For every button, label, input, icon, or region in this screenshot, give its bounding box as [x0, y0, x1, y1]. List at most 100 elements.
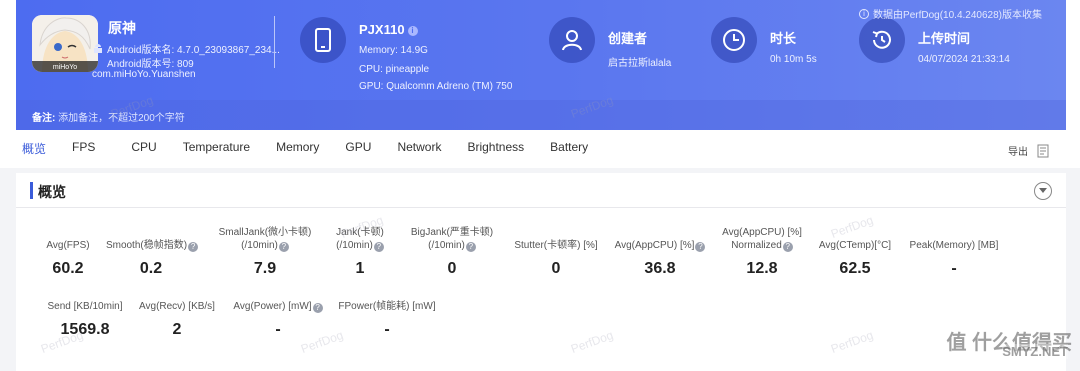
note-label: 备注:: [32, 113, 56, 124]
site-logo-sub: SMYZ.NET: [1002, 344, 1068, 359]
metric-value: 0: [551, 260, 561, 277]
help-icon[interactable]: ?: [695, 242, 706, 252]
upload-value: 04/07/2024 21:33:14: [918, 54, 1010, 65]
export-icon: [1037, 144, 1049, 157]
package-name: com.miHoYo.Yuanshen: [92, 69, 196, 80]
metric-label: Send [KB/10min]: [47, 301, 123, 312]
metric-label: Normalized: [731, 240, 782, 251]
metric-stutter: Stutter(卡顿率) [%] 0: [508, 226, 604, 278]
device-info-icon[interactable]: i: [407, 25, 418, 36]
tab-overview[interactable]: 概览: [22, 140, 46, 160]
metric-avg-recv: Avg(Recv) [KB/s] 2: [134, 300, 220, 339]
metric-avg-fps: Avg(FPS) 60.2: [28, 226, 108, 278]
metric-label-top: [28, 226, 108, 239]
android-version: Android版本名: 4.7.0_23093867_234...: [92, 41, 282, 56]
duration-value: 0h 10m 5s: [770, 54, 817, 65]
metric-label: Avg(AppCPU) [%]: [614, 240, 695, 251]
metric-label-top: [102, 226, 202, 239]
metric-avg-appcpu: Avg(AppCPU) [%]? 36.8: [608, 226, 712, 278]
android-icon: [94, 43, 102, 53]
tab-brightness[interactable]: Brightness: [467, 140, 524, 160]
metric-label: Stutter(卡顿率) [%]: [514, 240, 598, 251]
tab-cpu[interactable]: CPU: [131, 140, 156, 160]
metric-fpower: FPower(帧能耗) [mW] -: [334, 300, 440, 339]
section-accent-bar: [30, 182, 33, 199]
metric-label-top: Jank(卡顿): [336, 227, 384, 238]
app-icon: miHoYo: [32, 15, 98, 72]
metric-label-top: [904, 226, 1004, 239]
help-icon[interactable]: ?: [312, 303, 323, 313]
metric-label-top: BigJank(严重卡顿): [410, 227, 494, 238]
chevron-down-icon: [1039, 188, 1047, 193]
section-title: 概览: [38, 184, 66, 200]
metric-label-top: [508, 226, 604, 239]
metric-value: 0: [447, 260, 457, 277]
app-name: 原神: [108, 20, 136, 36]
creator-title: 创建者: [608, 31, 648, 46]
tab-temperature[interactable]: Temperature: [183, 140, 250, 160]
metric-value: 1569.8: [60, 321, 110, 338]
help-icon[interactable]: ?: [465, 242, 476, 252]
metric-label: Avg(Recv) [KB/s]: [139, 301, 215, 312]
device-cpu: CPU: pineapple: [359, 64, 430, 75]
clock-icon: [711, 17, 757, 63]
metric-jank: Jank(卡顿) (/10min)? 1: [320, 226, 400, 278]
help-icon[interactable]: ?: [782, 242, 793, 252]
metric-value: 12.8: [746, 260, 778, 277]
duration-title: 时长: [770, 31, 797, 46]
upload-title: 上传时间: [918, 31, 971, 46]
data-source: i 数据由PerfDog(10.4.240628)版本收集: [859, 6, 1042, 21]
history-icon: [859, 17, 905, 63]
android-version-name: Android版本名: 4.7.0_23093867_234...: [107, 45, 280, 56]
card-divider: [16, 207, 1066, 208]
header-main: miHoYo 原神 Android版本名: 4.7.0_23093867_234…: [16, 0, 1066, 100]
metric-label-top: [608, 226, 712, 239]
metric-value: 62.5: [839, 260, 871, 277]
metric-send: Send [KB/10min] 1569.8: [40, 300, 130, 339]
device-model: PJX110 i: [359, 22, 418, 37]
metric-label: Peak(Memory) [MB]: [909, 240, 999, 251]
help-icon[interactable]: ?: [278, 242, 289, 252]
device-model-text: PJX110: [359, 22, 405, 37]
note-field[interactable]: 备注: 添加备注，不超过200个字符: [16, 100, 1066, 130]
metric-appcpu-normalized: Avg(AppCPU) [%] Normalized? 12.8: [714, 226, 810, 278]
phone-icon: [300, 17, 346, 63]
header-divider: [274, 16, 275, 68]
metric-value: -: [275, 321, 281, 338]
metric-peak-memory: Peak(Memory) [MB] -: [904, 226, 1004, 278]
metric-avg-ctemp: Avg(CTemp)[°C] 62.5: [810, 226, 900, 278]
tab-gpu[interactable]: GPU: [345, 140, 371, 160]
metric-value: 2: [172, 321, 182, 338]
metric-label-top: [810, 226, 900, 239]
tab-network[interactable]: Network: [397, 140, 441, 160]
metric-label-top: Avg(AppCPU) [%]: [722, 227, 802, 238]
report-header: miHoYo 原神 Android版本名: 4.7.0_23093867_234…: [16, 0, 1066, 130]
metric-value: -: [951, 260, 957, 277]
export-label: 导出: [1008, 147, 1028, 158]
device-memory: Memory: 14.9G: [359, 45, 428, 56]
tab-bar: 概览 FPS CPU Temperature Memory GPU Networ…: [22, 140, 588, 160]
export-button[interactable]: 导出: [1008, 143, 1050, 158]
tab-battery[interactable]: Battery: [550, 140, 588, 160]
metric-smooth: Smooth(稳帧指数)? 0.2: [102, 226, 202, 278]
help-icon[interactable]: ?: [188, 242, 199, 252]
tab-fps[interactable]: FPS: [72, 140, 95, 160]
metric-value: 36.8: [644, 260, 676, 277]
metric-value: -: [384, 321, 390, 338]
metric-label: Avg(FPS): [46, 240, 90, 251]
tab-memory[interactable]: Memory: [276, 140, 319, 160]
metric-value: 0.2: [139, 260, 163, 277]
collapse-button[interactable]: [1034, 182, 1052, 200]
help-icon[interactable]: ?: [373, 242, 384, 252]
metric-value: 60.2: [52, 260, 84, 277]
metric-smalljank: SmallJank(微小卡顿) (/10min)? 7.9: [210, 226, 320, 278]
metric-label: Smooth(稳帧指数): [105, 240, 188, 251]
metric-bigjank: BigJank(严重卡顿) (/10min)? 0: [400, 226, 504, 278]
metric-label-top: SmallJank(微小卡顿): [218, 227, 312, 238]
metric-label: Avg(CTemp)[°C]: [818, 240, 892, 251]
android-code: Android版本号: 809: [107, 55, 297, 70]
metric-label: Avg(Power) [mW]: [233, 301, 312, 312]
note-placeholder[interactable]: 添加备注，不超过200个字符: [58, 113, 185, 124]
metric-label: FPower(帧能耗) [mW]: [338, 301, 436, 312]
app-icon-label: miHoYo: [53, 64, 77, 71]
